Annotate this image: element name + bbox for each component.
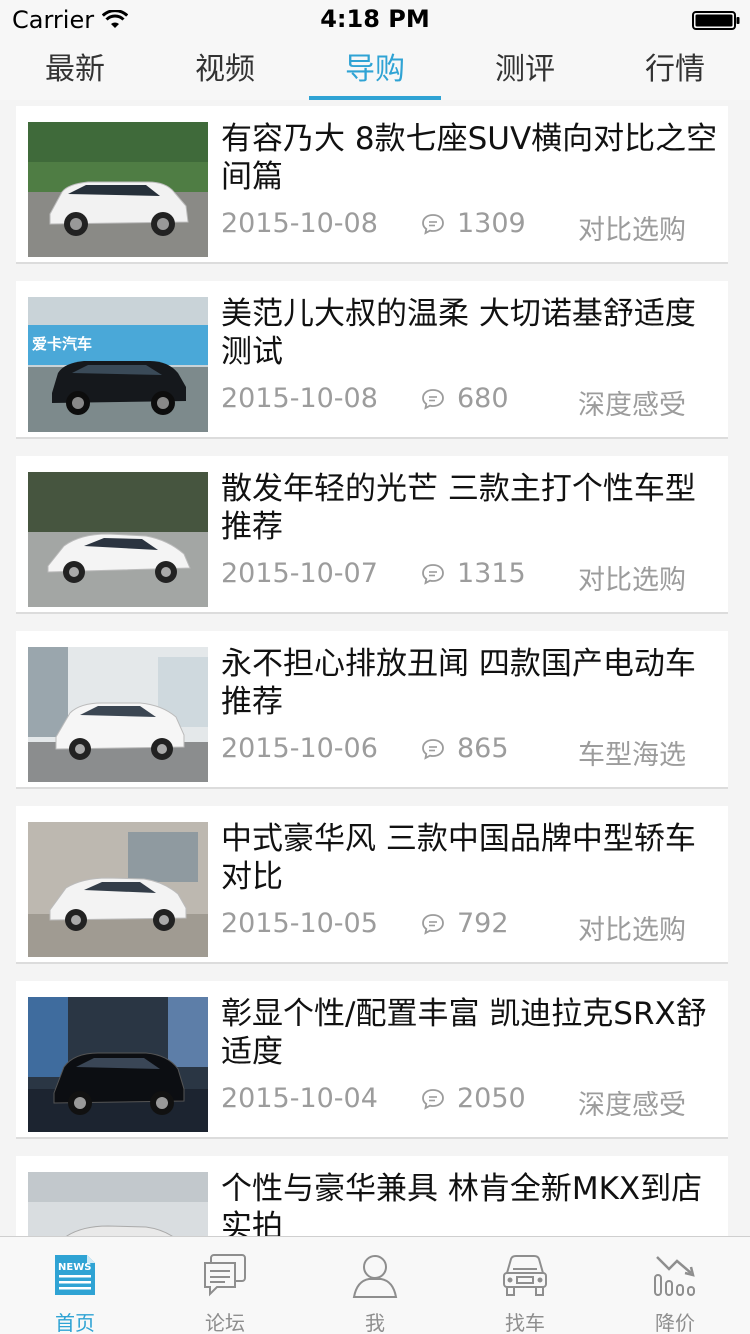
article-date: 2015-10-07 [221,558,378,589]
article-title: 永不担心排放丑闻 四款国产电动车推荐 [221,646,696,720]
article-date: 2015-10-08 [221,383,378,414]
comment-count-group: 680 [421,383,509,414]
comment-icon [422,563,444,585]
article-card[interactable]: 彰显个性/配置丰富 凯迪拉克SRX舒适度 2015-10-04 2050 深度感… [16,981,728,1139]
article-category[interactable]: 车型海选 [578,733,686,772]
news-icon: NEWS [55,1255,95,1295]
article-category[interactable]: 对比选购 [578,558,686,597]
article-card[interactable]: 爱卡汽车 美范儿大叔的温柔 大切诺基舒适度测试 2015-10-08 680 深… [16,281,728,439]
article-thumbnail: 爱卡汽车 [28,297,208,432]
comment-icon [422,213,444,235]
thumb-banner-text: 爱卡汽车 [32,335,92,353]
article-title: 有容乃大 8款七座SUV横向对比之空间篇 [221,121,718,195]
article-card[interactable]: 有容乃大 8款七座SUV横向对比之空间篇 2015-10-08 1309 对比选… [16,106,728,264]
comment-count-group: 1315 [421,558,526,589]
article-title: 中式豪华风 三款中国品牌中型轿车对比 [221,821,696,895]
tab-buying-guide[interactable]: 导购 [300,40,450,100]
comment-icon [422,913,444,935]
car-front-icon [503,1255,547,1296]
article-title: 散发年轻的光芒 三款主打个性车型推荐 [221,471,696,545]
comment-icon [422,738,444,760]
screen: Carrier 4:18 PM 最新 视频 导购 测评 行情 有容乃大 8款七座… [0,0,750,1334]
article-category[interactable]: 深度感受 [578,383,686,422]
comment-count: 792 [457,908,509,939]
top-tab-bar: 最新 视频 导购 测评 行情 [0,40,750,100]
article-title: 美范儿大叔的温柔 大切诺基舒适度测试 [221,296,696,370]
bottom-tab-label: 我 [365,1311,385,1334]
comment-icon [422,388,444,410]
bottom-tab-home[interactable]: NEWS 首页 [0,1237,150,1334]
article-thumbnail [28,1172,208,1236]
tab-latest[interactable]: 最新 [0,40,150,100]
article-date: 2015-10-05 [221,908,378,939]
article-list[interactable]: 有容乃大 8款七座SUV横向对比之空间篇 2015-10-08 1309 对比选… [0,100,750,1236]
bottom-tab-label: 找车 [505,1311,545,1334]
article-title: 个性与豪华兼具 林肯全新MKX到店实拍 [221,1171,703,1236]
tab-market[interactable]: 行情 [600,40,750,100]
article-date: 2015-10-08 [221,208,378,239]
comment-count: 2050 [457,1083,526,1114]
comment-count: 865 [457,733,509,764]
comment-count-group: 865 [421,733,509,764]
article-card[interactable]: 个性与豪华兼具 林肯全新MKX到店实拍 [16,1156,728,1236]
bottom-tab-label: 降价 [655,1311,695,1334]
bottom-tab-find-car[interactable]: 找车 [450,1237,600,1334]
comment-count: 1309 [457,208,526,239]
bottom-tab-forum[interactable]: 论坛 [150,1237,300,1334]
article-card[interactable]: 中式豪华风 三款中国品牌中型轿车对比 2015-10-05 792 对比选购 [16,806,728,964]
comment-count-group: 1309 [421,208,526,239]
tab-video[interactable]: 视频 [150,40,300,100]
article-category[interactable]: 对比选购 [578,208,686,247]
price-down-chart-icon [654,1256,695,1296]
bottom-tab-label: 论坛 [205,1311,245,1334]
comment-count-group: 792 [421,908,509,939]
article-category[interactable]: 对比选购 [578,908,686,947]
tab-review[interactable]: 测评 [450,40,600,100]
comment-count-group: 2050 [421,1083,526,1114]
article-date: 2015-10-06 [221,733,378,764]
article-card[interactable]: 散发年轻的光芒 三款主打个性车型推荐 2015-10-07 1315 对比选购 [16,456,728,614]
article-category[interactable]: 深度感受 [578,1083,686,1122]
battery-icon [692,11,740,30]
bottom-tab-bar: NEWS 首页 论坛 我 找车 降价 [0,1236,750,1334]
comment-count: 1315 [457,558,526,589]
article-thumbnail [28,122,208,257]
article-thumbnail [28,647,208,782]
bottom-tab-label: 首页 [55,1311,95,1334]
article-date: 2015-10-04 [221,1083,378,1114]
article-thumbnail [28,472,208,607]
chat-bubbles-icon [204,1254,246,1297]
article-card[interactable]: 永不担心排放丑闻 四款国产电动车推荐 2015-10-06 865 车型海选 [16,631,728,789]
person-icon [352,1255,398,1298]
news-icon-text: NEWS [58,1262,91,1273]
bottom-tab-me[interactable]: 我 [300,1237,450,1334]
bottom-tab-price-drop[interactable]: 降价 [600,1237,750,1334]
article-title: 彰显个性/配置丰富 凯迪拉克SRX舒适度 [221,996,707,1070]
status-bar: Carrier 4:18 PM [0,0,750,40]
status-time: 4:18 PM [320,5,430,33]
article-thumbnail [28,997,208,1132]
comment-count: 680 [457,383,509,414]
comment-icon [422,1088,444,1110]
article-thumbnail [28,822,208,957]
